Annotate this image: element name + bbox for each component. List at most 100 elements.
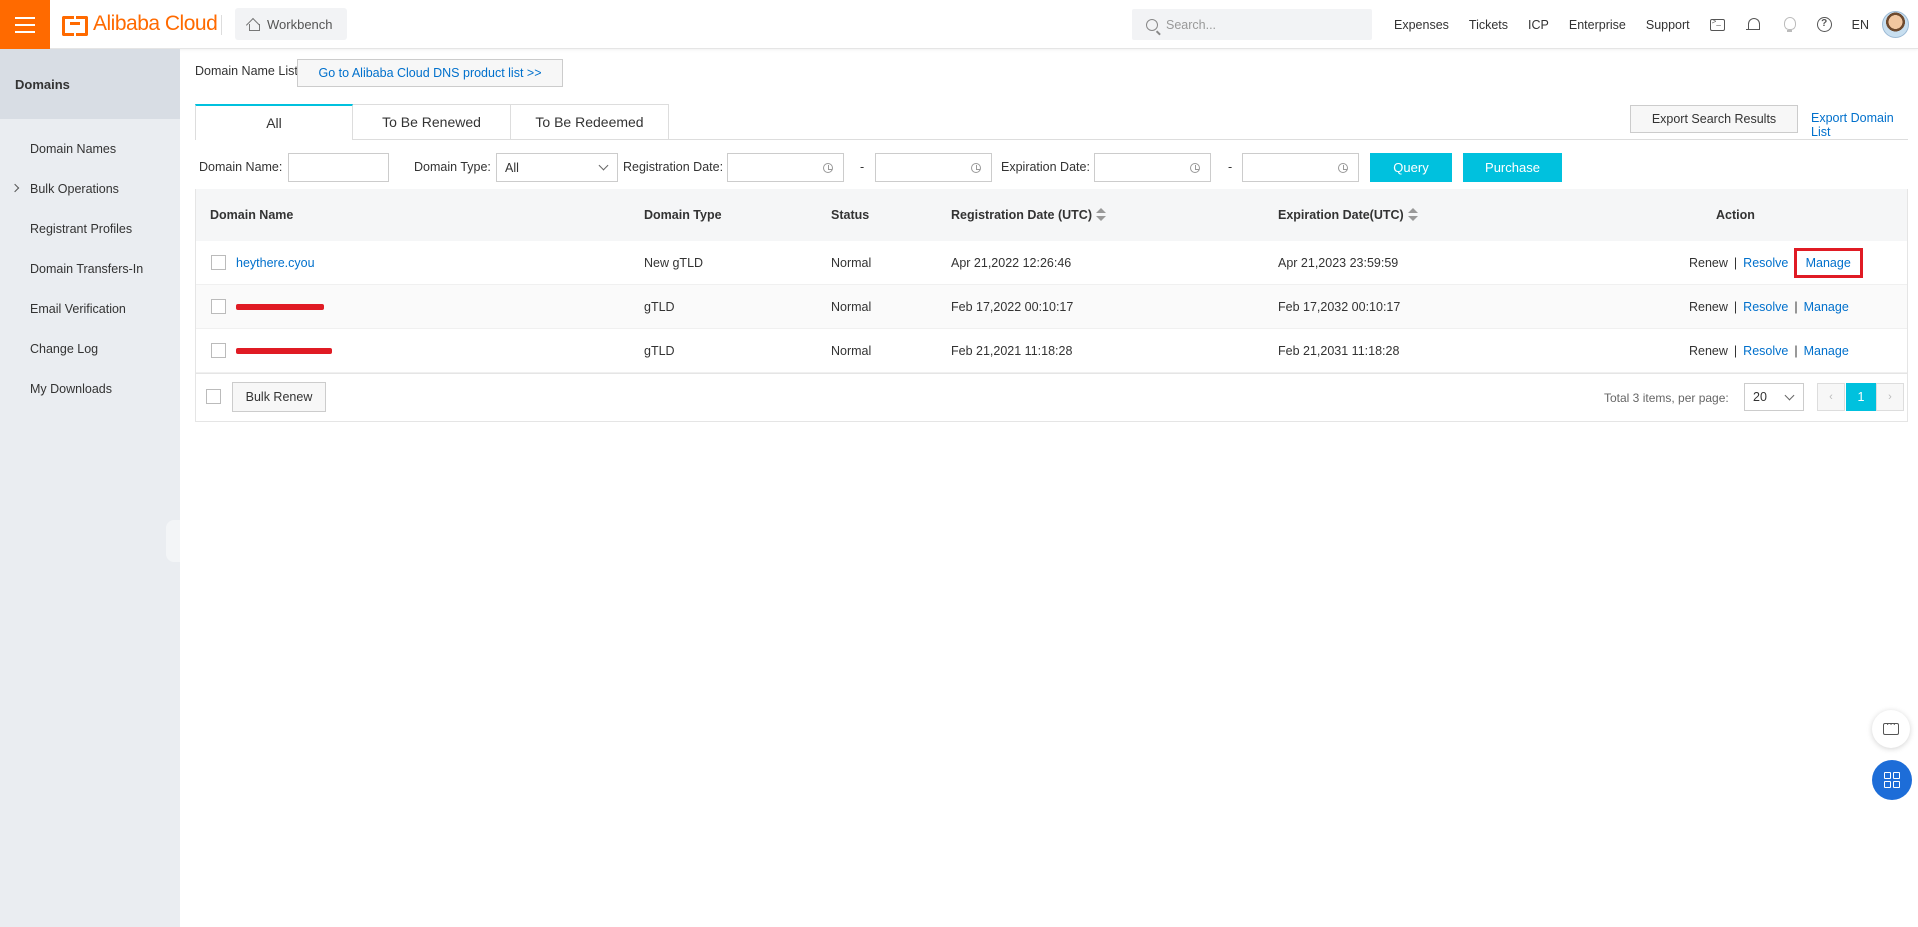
link-tickets[interactable]: Tickets bbox=[1469, 18, 1508, 32]
home-icon bbox=[247, 18, 260, 31]
resolve-link[interactable]: Resolve bbox=[1743, 344, 1788, 358]
workbench-button[interactable]: Workbench bbox=[235, 8, 347, 40]
tab-to-be-redeemed[interactable]: To Be Redeemed bbox=[511, 104, 669, 140]
terminal-icon[interactable] bbox=[1709, 17, 1725, 31]
sidebar-item-email-verification[interactable]: Email Verification bbox=[0, 289, 180, 329]
header-domain-name: Domain Name bbox=[210, 208, 294, 222]
manage-link-highlighted[interactable]: Manage bbox=[1793, 247, 1863, 278]
query-button[interactable]: Query bbox=[1370, 153, 1452, 182]
registration-date: Apr 21,2022 12:26:46 bbox=[951, 255, 1072, 270]
sidebar-item-bulk-operations[interactable]: Bulk Operations bbox=[0, 169, 180, 209]
link-expenses[interactable]: Expenses bbox=[1394, 18, 1449, 32]
apps-button[interactable] bbox=[1872, 760, 1912, 800]
domain-type: gTLD bbox=[644, 343, 675, 358]
renew-link[interactable]: Renew bbox=[1689, 300, 1728, 314]
domain-name-label: Domain Name: bbox=[199, 160, 283, 174]
sidebar-item-label: Domain Transfers-In bbox=[30, 262, 144, 276]
avatar[interactable] bbox=[1882, 11, 1909, 38]
domain-name-link[interactable] bbox=[236, 329, 332, 372]
sidebar-item-registrant-profiles[interactable]: Registrant Profiles bbox=[0, 209, 180, 249]
tab-underline bbox=[669, 139, 1908, 140]
next-page-button[interactable]: › bbox=[1876, 383, 1904, 411]
expiration-date: Feb 17,2032 00:10:17 bbox=[1278, 299, 1401, 314]
bell-icon[interactable] bbox=[1745, 17, 1761, 33]
renew-link[interactable]: Renew bbox=[1689, 344, 1728, 358]
chevron-down-icon bbox=[598, 160, 609, 171]
purchase-button[interactable]: Purchase bbox=[1463, 153, 1562, 182]
header-expiration-date-label: Expiration Date(UTC) bbox=[1278, 208, 1404, 222]
clock-icon bbox=[823, 163, 833, 173]
domain-type: gTLD bbox=[644, 299, 675, 314]
language-switch[interactable]: EN bbox=[1852, 18, 1869, 32]
sidebar-item-domain-transfers-in[interactable]: Domain Transfers-In bbox=[0, 249, 180, 289]
table-row: gTLD Normal Feb 17,2022 00:10:17 Feb 17,… bbox=[196, 285, 1907, 329]
page-1-button[interactable]: 1 bbox=[1846, 383, 1876, 411]
domain-name-input[interactable] bbox=[288, 153, 389, 182]
link-support[interactable]: Support bbox=[1646, 18, 1690, 32]
expiration-date-label: Expiration Date: bbox=[1001, 160, 1090, 174]
export-domain-list-link[interactable]: Export Domain List bbox=[1811, 111, 1908, 139]
registration-date-end-input[interactable] bbox=[875, 153, 992, 182]
link-icp[interactable]: ICP bbox=[1528, 18, 1549, 32]
row-checkbox[interactable] bbox=[211, 343, 226, 358]
sidebar-item-label: Registrant Profiles bbox=[30, 222, 133, 236]
manage-link[interactable]: Manage bbox=[1804, 300, 1849, 314]
dns-product-list-button[interactable]: Go to Alibaba Cloud DNS product list >> bbox=[297, 59, 563, 87]
header-registration-date-label: Registration Date (UTC) bbox=[951, 208, 1092, 222]
sidebar: Domains Domain Names Bulk Operations Reg… bbox=[0, 49, 180, 927]
header-status: Status bbox=[831, 208, 870, 222]
manage-link[interactable]: Manage bbox=[1804, 344, 1849, 358]
divider bbox=[221, 15, 222, 35]
resolve-link[interactable]: Resolve bbox=[1743, 256, 1788, 270]
clock-icon bbox=[1190, 163, 1200, 173]
domain-name-link[interactable] bbox=[236, 285, 324, 328]
workbench-label: Workbench bbox=[267, 16, 333, 32]
export-search-results-button[interactable]: Export Search Results bbox=[1630, 105, 1798, 133]
table-row: heythere.cyou New gTLD Normal Apr 21,202… bbox=[196, 241, 1907, 285]
sort-icon[interactable] bbox=[1095, 208, 1106, 222]
help-icon[interactable] bbox=[1816, 17, 1832, 32]
link-enterprise[interactable]: Enterprise bbox=[1569, 18, 1626, 32]
brand-logo[interactable]: Alibaba Cloud bbox=[62, 12, 218, 36]
apps-grid-icon bbox=[1884, 772, 1900, 788]
domain-type-label: Domain Type: bbox=[414, 160, 491, 174]
domain-name-link[interactable]: heythere.cyou bbox=[236, 241, 315, 284]
expiration-date-start-input[interactable] bbox=[1094, 153, 1211, 182]
action-separator: | bbox=[1733, 343, 1738, 358]
resolve-link[interactable]: Resolve bbox=[1743, 300, 1788, 314]
row-checkbox[interactable] bbox=[211, 299, 226, 314]
table-row: gTLD Normal Feb 21,2021 11:18:28 Feb 21,… bbox=[196, 329, 1907, 373]
header-expiration-date[interactable]: Expiration Date(UTC) bbox=[1278, 189, 1418, 241]
sidebar-collapse-handle[interactable] bbox=[166, 520, 180, 562]
menu-icon[interactable] bbox=[0, 0, 50, 49]
registration-date-start-input[interactable] bbox=[727, 153, 844, 182]
bulk-renew-button[interactable]: Bulk Renew bbox=[232, 382, 326, 412]
prev-page-button[interactable]: ‹ bbox=[1817, 383, 1845, 411]
sidebar-item-domain-names[interactable]: Domain Names bbox=[0, 129, 180, 169]
sidebar-item-my-downloads[interactable]: My Downloads bbox=[0, 369, 180, 409]
domain-type-select[interactable]: All bbox=[496, 153, 618, 182]
sort-icon[interactable] bbox=[1407, 208, 1418, 222]
action-separator: | bbox=[1794, 299, 1798, 314]
feedback-button[interactable] bbox=[1872, 710, 1910, 748]
select-all-checkbox[interactable] bbox=[206, 389, 221, 404]
sidebar-item-change-log[interactable]: Change Log bbox=[0, 329, 180, 369]
expiration-date-end-input[interactable] bbox=[1242, 153, 1359, 182]
sidebar-item-label: Email Verification bbox=[30, 302, 126, 316]
chevron-right-icon bbox=[10, 183, 20, 193]
row-checkbox[interactable] bbox=[211, 255, 226, 270]
tab-to-be-renewed[interactable]: To Be Renewed bbox=[353, 104, 511, 140]
chat-icon bbox=[1883, 719, 1899, 735]
renew-link[interactable]: Renew bbox=[1689, 256, 1728, 270]
search-placeholder: Search... bbox=[1166, 17, 1217, 32]
search-input[interactable]: Search... bbox=[1132, 9, 1372, 40]
pagination-total: Total 3 items, per page: bbox=[1604, 391, 1729, 405]
header-registration-date[interactable]: Registration Date (UTC) bbox=[951, 189, 1106, 241]
sidebar-menu: Domain Names Bulk Operations Registrant … bbox=[0, 119, 180, 409]
tab-all[interactable]: All bbox=[195, 104, 353, 140]
redaction-mark bbox=[236, 303, 324, 310]
page-size-select[interactable]: 20 bbox=[1744, 383, 1804, 411]
lightbulb-icon[interactable] bbox=[1781, 16, 1797, 33]
top-links: Expenses Tickets ICP Enterprise Support … bbox=[1394, 0, 1889, 49]
table-footer: Bulk Renew Total 3 items, per page: 20 ‹… bbox=[196, 373, 1907, 421]
